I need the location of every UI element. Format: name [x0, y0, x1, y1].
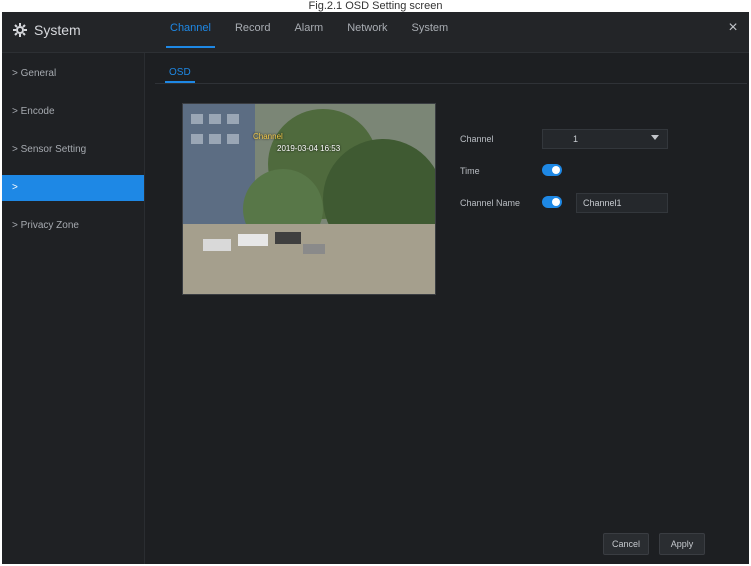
channel-select[interactable]: 1	[542, 129, 668, 149]
app-title: System	[34, 22, 81, 38]
sidebar: > General > Encode > Sensor Setting > > …	[2, 53, 145, 564]
time-row: Time	[458, 157, 718, 187]
chevron-down-icon	[651, 135, 659, 140]
main-content: OSD Channel 2019-03-04 16:53 Channel 1 T…	[145, 53, 749, 564]
osd-settings-form: Channel 1 Time Channel Name Channel1	[458, 125, 718, 221]
osd-time-overlay: 2019-03-04 16:53	[277, 144, 341, 153]
action-buttons: Cancel Apply	[603, 533, 705, 555]
tab-osd[interactable]: OSD	[161, 63, 199, 83]
channel-name-input[interactable]: Channel1	[576, 193, 668, 213]
sidebar-item-encode[interactable]: > Encode	[2, 99, 144, 125]
channel-name-row: Channel Name Channel1	[458, 189, 718, 219]
time-toggle[interactable]	[542, 164, 562, 176]
tab-record[interactable]: Record	[223, 12, 282, 52]
time-label: Time	[460, 166, 480, 176]
main-tabs: Channel Record Alarm Network System	[158, 12, 460, 52]
sidebar-item-general[interactable]: > General	[2, 61, 144, 87]
channel-row: Channel 1	[458, 125, 718, 155]
osd-channel-name-overlay: Channel	[253, 132, 283, 141]
figure-caption: Fig.2.1 OSD Setting screen	[308, 0, 443, 12]
top-navigation-bar: System Channel Record Alarm Network Syst…	[2, 12, 749, 53]
tab-network[interactable]: Network	[335, 12, 399, 52]
apply-button[interactable]: Apply	[659, 533, 705, 555]
camera-preview[interactable]: Channel 2019-03-04 16:53	[182, 103, 436, 295]
cancel-button[interactable]: Cancel	[603, 533, 649, 555]
tab-alarm[interactable]: Alarm	[282, 12, 335, 52]
channel-name-label: Channel Name	[460, 198, 521, 208]
tab-channel[interactable]: Channel	[158, 12, 223, 52]
sidebar-item-osd[interactable]: >	[2, 175, 144, 201]
system-logo: System	[12, 22, 81, 38]
gear-icon	[12, 22, 28, 38]
camera-scene-image	[183, 104, 435, 294]
sub-tab-bar: OSD	[155, 63, 747, 84]
channel-name-toggle[interactable]	[542, 196, 562, 208]
tab-system[interactable]: System	[400, 12, 461, 52]
sidebar-item-sensor-setting[interactable]: > Sensor Setting	[2, 137, 144, 163]
close-icon[interactable]: ×	[725, 20, 741, 36]
system-window: System Channel Record Alarm Network Syst…	[2, 12, 749, 564]
sidebar-item-privacy-zone[interactable]: > Privacy Zone	[2, 213, 144, 239]
channel-select-value: 1	[573, 134, 579, 144]
channel-label: Channel	[460, 134, 494, 144]
